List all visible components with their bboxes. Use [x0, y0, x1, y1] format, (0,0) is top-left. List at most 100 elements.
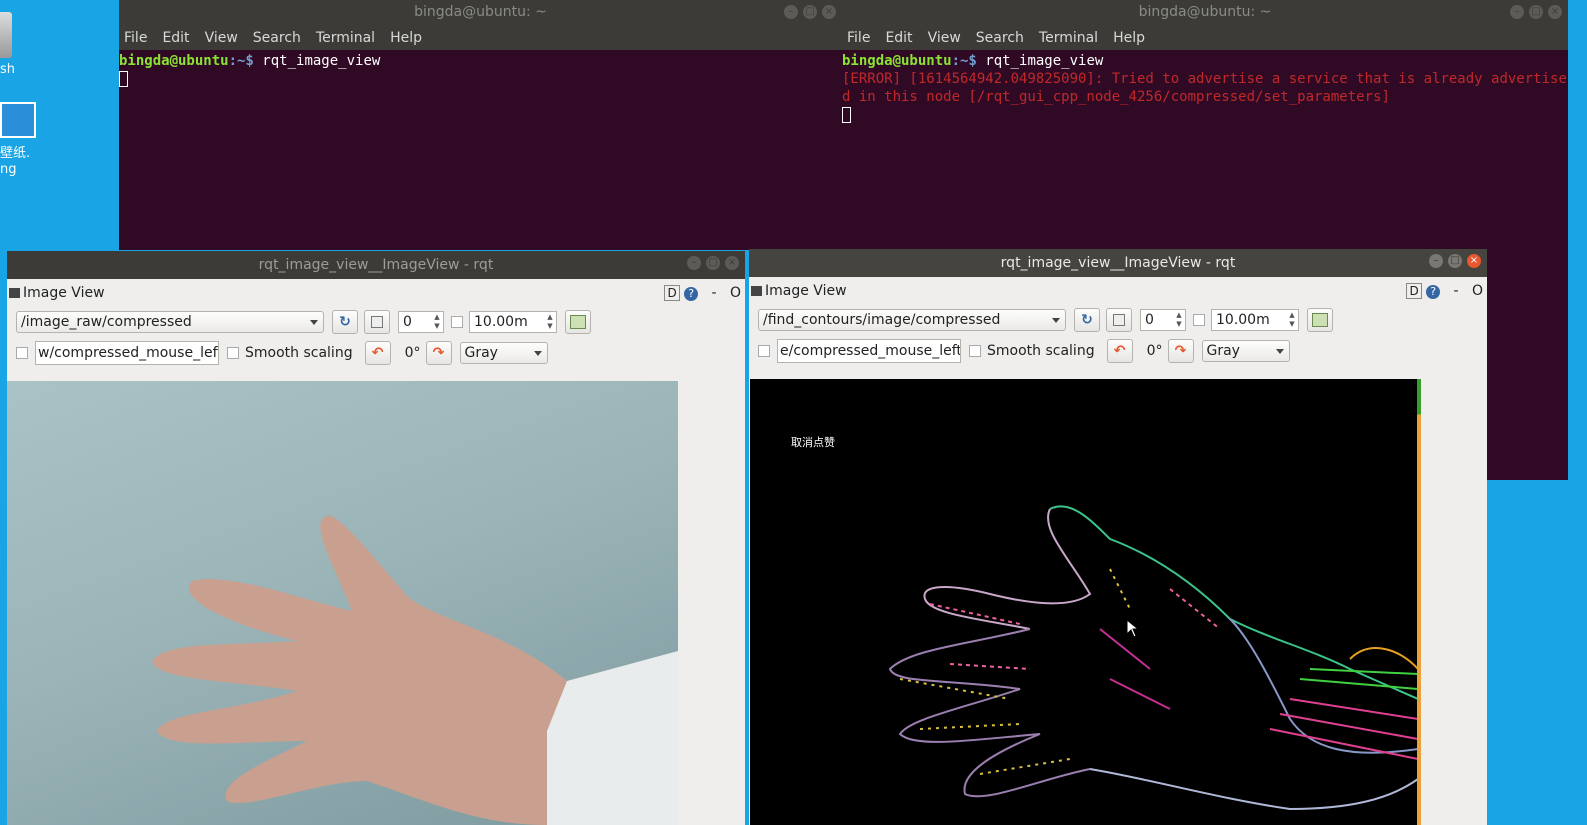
toolbar-row-2: e/compressed_mouse_left Smooth scaling ↶… — [749, 338, 1290, 364]
save-image-button[interactable] — [565, 310, 591, 334]
close-button[interactable]: × — [822, 5, 836, 19]
refresh-topics-button[interactable]: ↻ — [332, 310, 358, 334]
wallpaper-desktop-icon[interactable]: 壁纸. ng — [0, 100, 50, 190]
rotate-left-icon: ↶ — [371, 345, 384, 361]
hand-contour-drawing — [888, 505, 1418, 811]
topic-dropdown[interactable]: /image_raw/compressed — [16, 311, 324, 333]
smooth-scaling-checkbox[interactable] — [227, 347, 239, 359]
menu-edit[interactable]: Edit — [162, 30, 189, 46]
terminal-titlebar[interactable]: bingda@ubuntu: ~ – □ × — [119, 0, 842, 26]
rotate-left-button[interactable]: ↶ — [1106, 339, 1133, 363]
color-scheme-dropdown[interactable]: Gray — [459, 342, 548, 364]
camera-image[interactable] — [7, 381, 678, 825]
hand-photo — [152, 515, 678, 825]
spin-arrows-icon[interactable]: ▲ ▼ — [1287, 311, 1297, 329]
image-view-pane-header: Image View D ? - O — [7, 279, 745, 307]
rqt-image-view-window-right[interactable]: rqt_image_view__ImageView - rqt – □ × Im… — [749, 249, 1487, 825]
minimize-button[interactable]: – — [1429, 254, 1443, 268]
number-spinbox[interactable]: 0 ▲ ▼ — [398, 311, 444, 333]
max-range-spinbox[interactable]: 10.00m ▲ ▼ — [1211, 309, 1299, 331]
spin-arrows-icon[interactable]: ▲ ▼ — [432, 313, 442, 331]
pane-options: D ? - O — [664, 279, 741, 307]
hide-pane-button[interactable]: - — [712, 285, 717, 301]
configure-button[interactable]: D — [664, 285, 680, 301]
rotate-right-button[interactable]: ↷ — [425, 341, 452, 365]
menu-search[interactable]: Search — [976, 30, 1024, 46]
save-image-button[interactable] — [1307, 308, 1333, 332]
window-title: rqt_image_view__ImageView - rqt — [258, 257, 494, 273]
help-icon[interactable]: ? — [1426, 285, 1441, 299]
maximize-button[interactable]: □ — [706, 256, 720, 270]
text-cursor — [119, 71, 128, 87]
spin-arrows-icon[interactable]: ▲ ▼ — [1174, 311, 1184, 329]
smooth-scaling-checkbox[interactable] — [969, 345, 981, 357]
menu-file[interactable]: File — [124, 30, 147, 46]
trash-label: sh — [0, 62, 16, 77]
mouse-topic-field[interactable]: w/compressed_mouse_left — [35, 341, 219, 365]
maximize-button[interactable]: □ — [1529, 5, 1543, 19]
rqt-titlebar[interactable]: rqt_image_view__ImageView - rqt – □ × — [749, 249, 1487, 277]
chevron-down-icon — [1052, 318, 1060, 323]
wallpaper-label-line2: ng — [0, 162, 17, 177]
menu-view[interactable]: View — [928, 30, 961, 46]
image-border-strip — [1417, 379, 1421, 825]
pause-button[interactable] — [1106, 308, 1132, 332]
color-scheme-value: Gray — [1206, 343, 1240, 359]
menu-terminal[interactable]: Terminal — [1039, 30, 1098, 46]
close-button[interactable]: × — [1548, 5, 1562, 19]
menu-edit[interactable]: Edit — [885, 30, 912, 46]
publish-mouse-checkbox[interactable] — [758, 345, 770, 357]
rotate-left-button[interactable]: ↶ — [364, 341, 391, 365]
trash-desktop-icon[interactable]: sh — [0, 8, 40, 78]
image-view-pane-header: Image View D ? - O — [749, 277, 1487, 305]
text-cursor — [842, 107, 851, 123]
rotate-right-button[interactable]: ↷ — [1167, 339, 1194, 363]
save-image-icon — [570, 315, 586, 329]
help-icon[interactable]: ? — [684, 287, 699, 301]
max-range-spinbox[interactable]: 10.00m ▲ ▼ — [469, 311, 557, 333]
refresh-topics-button[interactable]: ↻ — [1074, 308, 1100, 332]
terminal-window-left[interactable]: bingda@ubuntu: ~ – □ × File Edit View Searc… — [119, 0, 842, 250]
window-title: bingda@ubuntu: ~ — [414, 4, 547, 20]
menu-view[interactable]: View — [205, 30, 238, 46]
menu-file[interactable]: File — [847, 30, 870, 46]
rqt-titlebar[interactable]: rqt_image_view__ImageView - rqt – □ × — [7, 251, 745, 279]
menu-help[interactable]: Help — [390, 30, 422, 46]
minimize-button[interactable]: – — [1510, 5, 1524, 19]
rqt-image-view-window-left[interactable]: rqt_image_view__ImageView - rqt – □ × Im… — [7, 251, 745, 825]
refresh-icon: ↻ — [339, 314, 351, 330]
prompt-path: :~$ — [228, 53, 254, 69]
color-scheme-value: Gray — [464, 345, 498, 361]
color-scheme-dropdown[interactable]: Gray — [1201, 340, 1290, 362]
publish-mouse-checkbox[interactable] — [16, 347, 28, 359]
mouse-topic-field[interactable]: e/compressed_mouse_left — [777, 339, 961, 363]
terminal-titlebar[interactable]: bingda@ubuntu: ~ – □ × — [842, 0, 1568, 26]
terminal-output[interactable]: bingda@ubuntu:~$ rqt_image_view [ERROR] … — [842, 50, 1568, 124]
minimize-button[interactable]: – — [784, 5, 798, 19]
close-button[interactable]: × — [1467, 254, 1481, 268]
topic-dropdown[interactable]: /find_contours/image/compressed — [758, 309, 1066, 331]
save-image-icon — [1312, 313, 1328, 327]
contour-image[interactable]: 取消点赞 — [750, 379, 1418, 825]
rotate-right-icon: ↷ — [432, 345, 445, 361]
dynamic-range-checkbox[interactable] — [451, 316, 463, 328]
close-pane-button[interactable]: O — [730, 285, 741, 301]
dynamic-range-checkbox[interactable] — [1193, 314, 1205, 326]
prompt-path: :~$ — [951, 53, 977, 69]
maximize-button[interactable]: □ — [803, 5, 817, 19]
maximize-button[interactable]: □ — [1448, 254, 1462, 268]
close-button[interactable]: × — [725, 256, 739, 270]
close-pane-button[interactable]: O — [1472, 283, 1483, 299]
menu-help[interactable]: Help — [1113, 30, 1145, 46]
menu-search[interactable]: Search — [253, 30, 301, 46]
minimize-button[interactable]: – — [687, 256, 701, 270]
spin-arrows-icon[interactable]: ▲ ▼ — [545, 313, 555, 331]
hide-pane-button[interactable]: - — [1454, 283, 1459, 299]
configure-button[interactable]: D — [1406, 283, 1422, 299]
refresh-icon: ↻ — [1081, 312, 1093, 328]
menu-terminal[interactable]: Terminal — [316, 30, 375, 46]
window-controls: – □ × — [1510, 5, 1562, 19]
pause-button[interactable] — [364, 310, 390, 334]
terminal-output[interactable]: bingda@ubuntu:~$ rqt_image_view — [119, 50, 842, 88]
number-spinbox[interactable]: 0 ▲ ▼ — [1140, 309, 1186, 331]
